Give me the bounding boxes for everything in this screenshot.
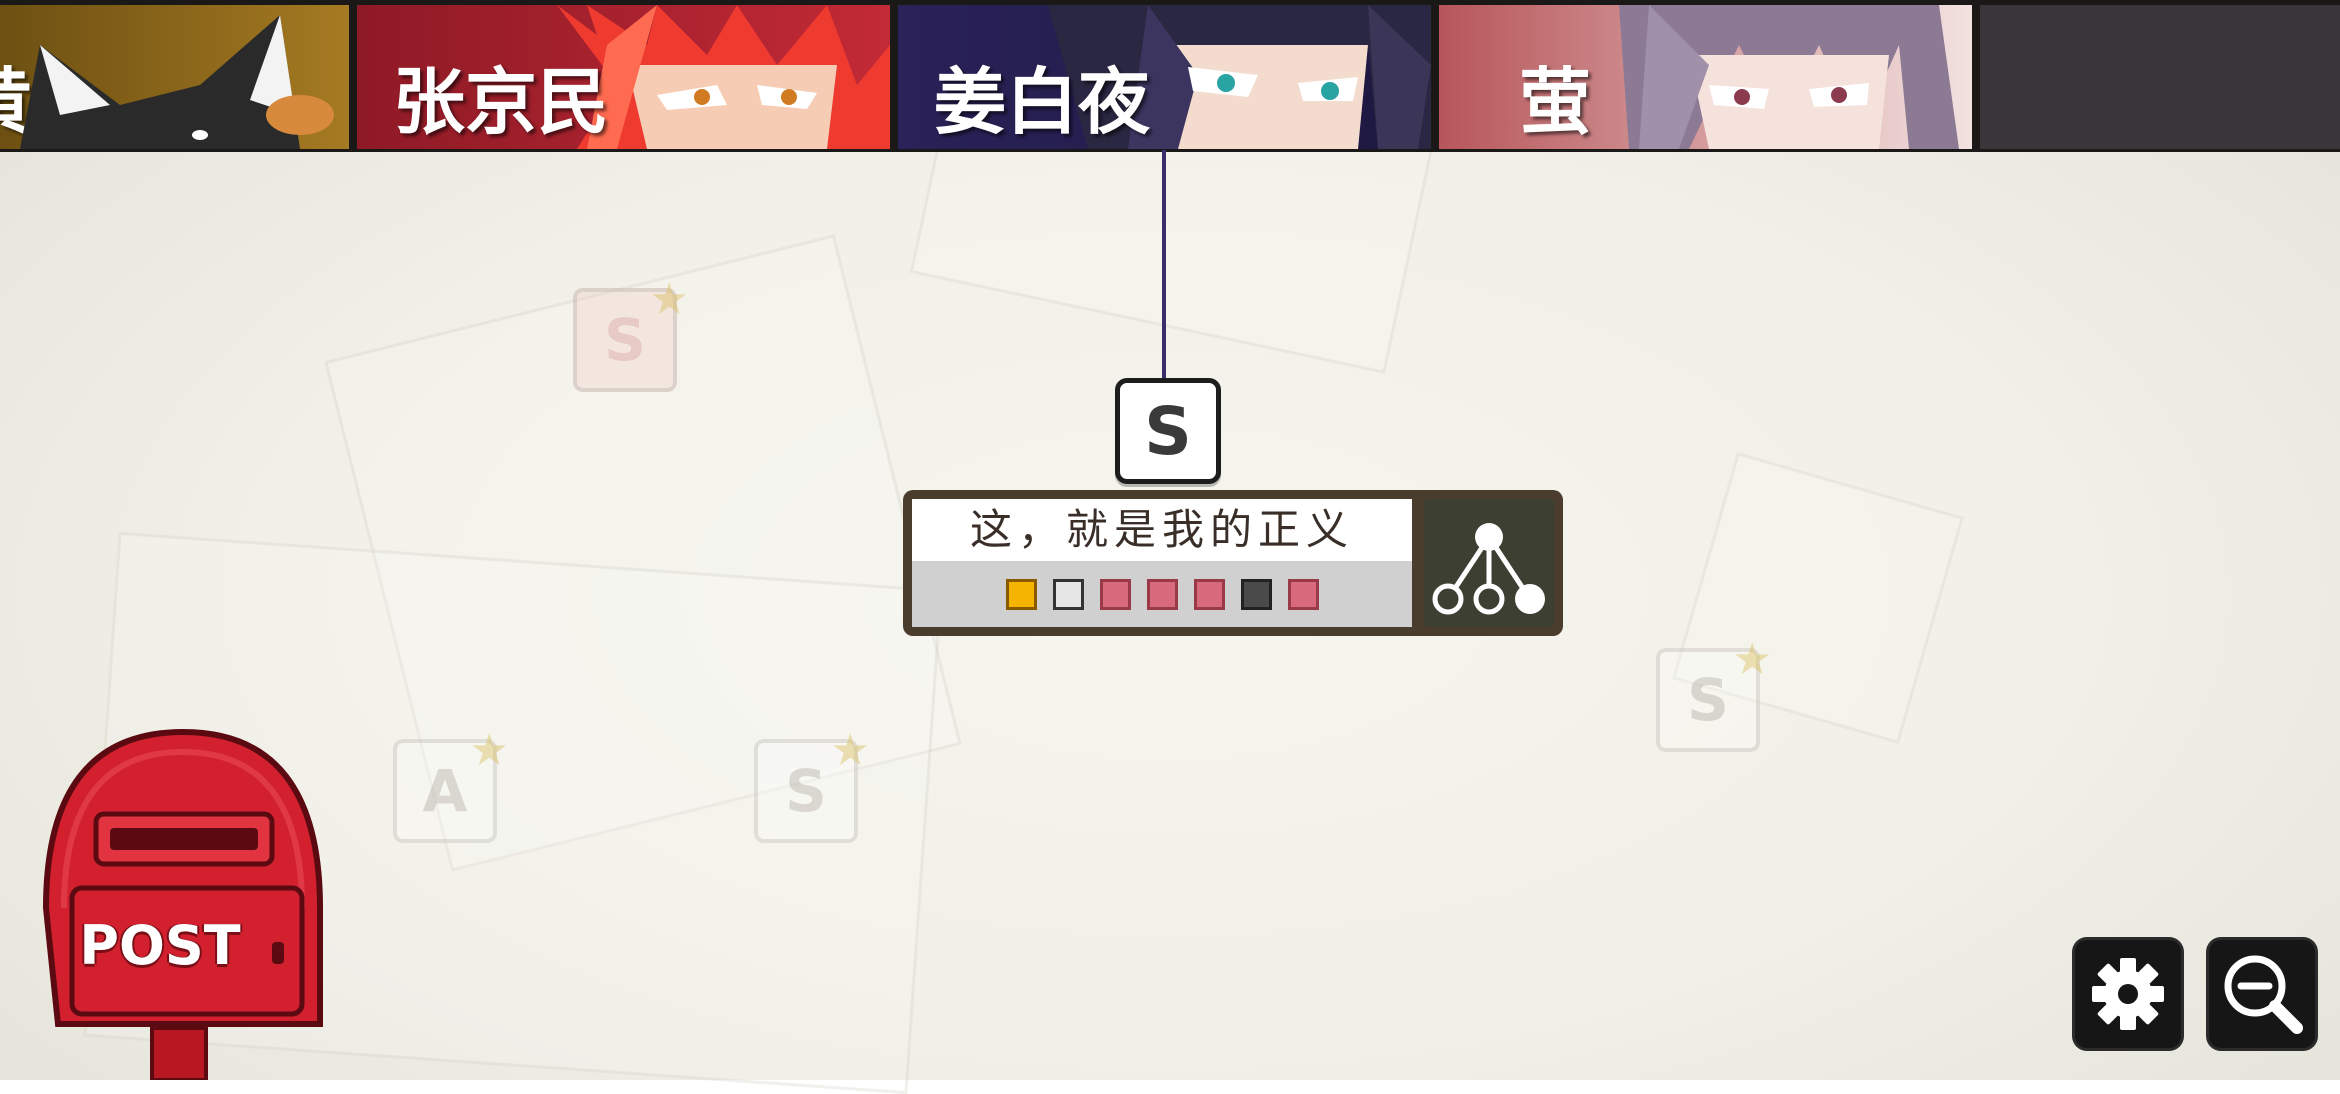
tab-character-5[interactable] bbox=[1980, 5, 2340, 149]
tab-character-2[interactable]: 张京民 bbox=[357, 5, 890, 149]
gear-icon bbox=[2092, 958, 2164, 1030]
postbox-button[interactable]: POST bbox=[40, 728, 340, 1084]
story-info: 这，就是我的正义 bbox=[912, 499, 1412, 627]
story-title: 这，就是我的正义 bbox=[969, 505, 1354, 554]
tab-label: 张京民 bbox=[393, 59, 610, 144]
ghost-grade-tile: S ★ bbox=[1656, 634, 1772, 752]
ghost-grade-label: A bbox=[422, 757, 468, 825]
settings-button[interactable] bbox=[2075, 940, 2181, 1048]
zoom-out-icon bbox=[2224, 955, 2303, 1034]
postbox-label: POST bbox=[79, 914, 241, 977]
route-marker bbox=[1146, 578, 1178, 610]
route-marker bbox=[1193, 578, 1225, 610]
rank-badge: S bbox=[1115, 378, 1221, 484]
star-icon: ★ bbox=[469, 725, 509, 776]
ghost-grade-label: S bbox=[604, 306, 646, 374]
star-icon: ★ bbox=[830, 725, 870, 776]
character-tab-bar: 黄 张京民 姜白 bbox=[0, 0, 2340, 152]
tab-character-4[interactable]: 萤 bbox=[1439, 5, 1972, 149]
story-connector-line bbox=[1162, 150, 1166, 378]
tab-character-1[interactable]: 黄 bbox=[0, 5, 349, 149]
ghost-grade-label: S bbox=[1687, 666, 1729, 734]
star-icon: ★ bbox=[649, 274, 689, 325]
ghost-grade-tile: A ★ bbox=[393, 725, 509, 843]
branch-tree-icon bbox=[1432, 523, 1545, 615]
ghost-grade-tile: S ★ bbox=[754, 725, 870, 843]
ghost-grade-label: S bbox=[785, 757, 827, 825]
branch-button[interactable] bbox=[1424, 499, 1554, 627]
star-icon: ★ bbox=[1732, 634, 1772, 685]
route-marker bbox=[1099, 578, 1131, 610]
tab-label: 萤 bbox=[1519, 59, 1592, 144]
story-node-card[interactable]: 这，就是我的正义 bbox=[903, 490, 1563, 636]
cat-portrait bbox=[20, 15, 334, 149]
ghost-grade-tile: S ★ bbox=[573, 274, 689, 392]
route-marker bbox=[1052, 578, 1084, 610]
tab-character-3[interactable]: 姜白夜 bbox=[898, 5, 1431, 149]
route-marker bbox=[1287, 578, 1319, 610]
route-marker bbox=[1005, 578, 1037, 610]
zoom-out-button[interactable] bbox=[2209, 940, 2315, 1048]
postbox-icon bbox=[42, 728, 323, 1082]
route-marker bbox=[1240, 578, 1272, 610]
tab-label: 姜白夜 bbox=[934, 59, 1151, 144]
route-marker-strip bbox=[912, 561, 1412, 627]
